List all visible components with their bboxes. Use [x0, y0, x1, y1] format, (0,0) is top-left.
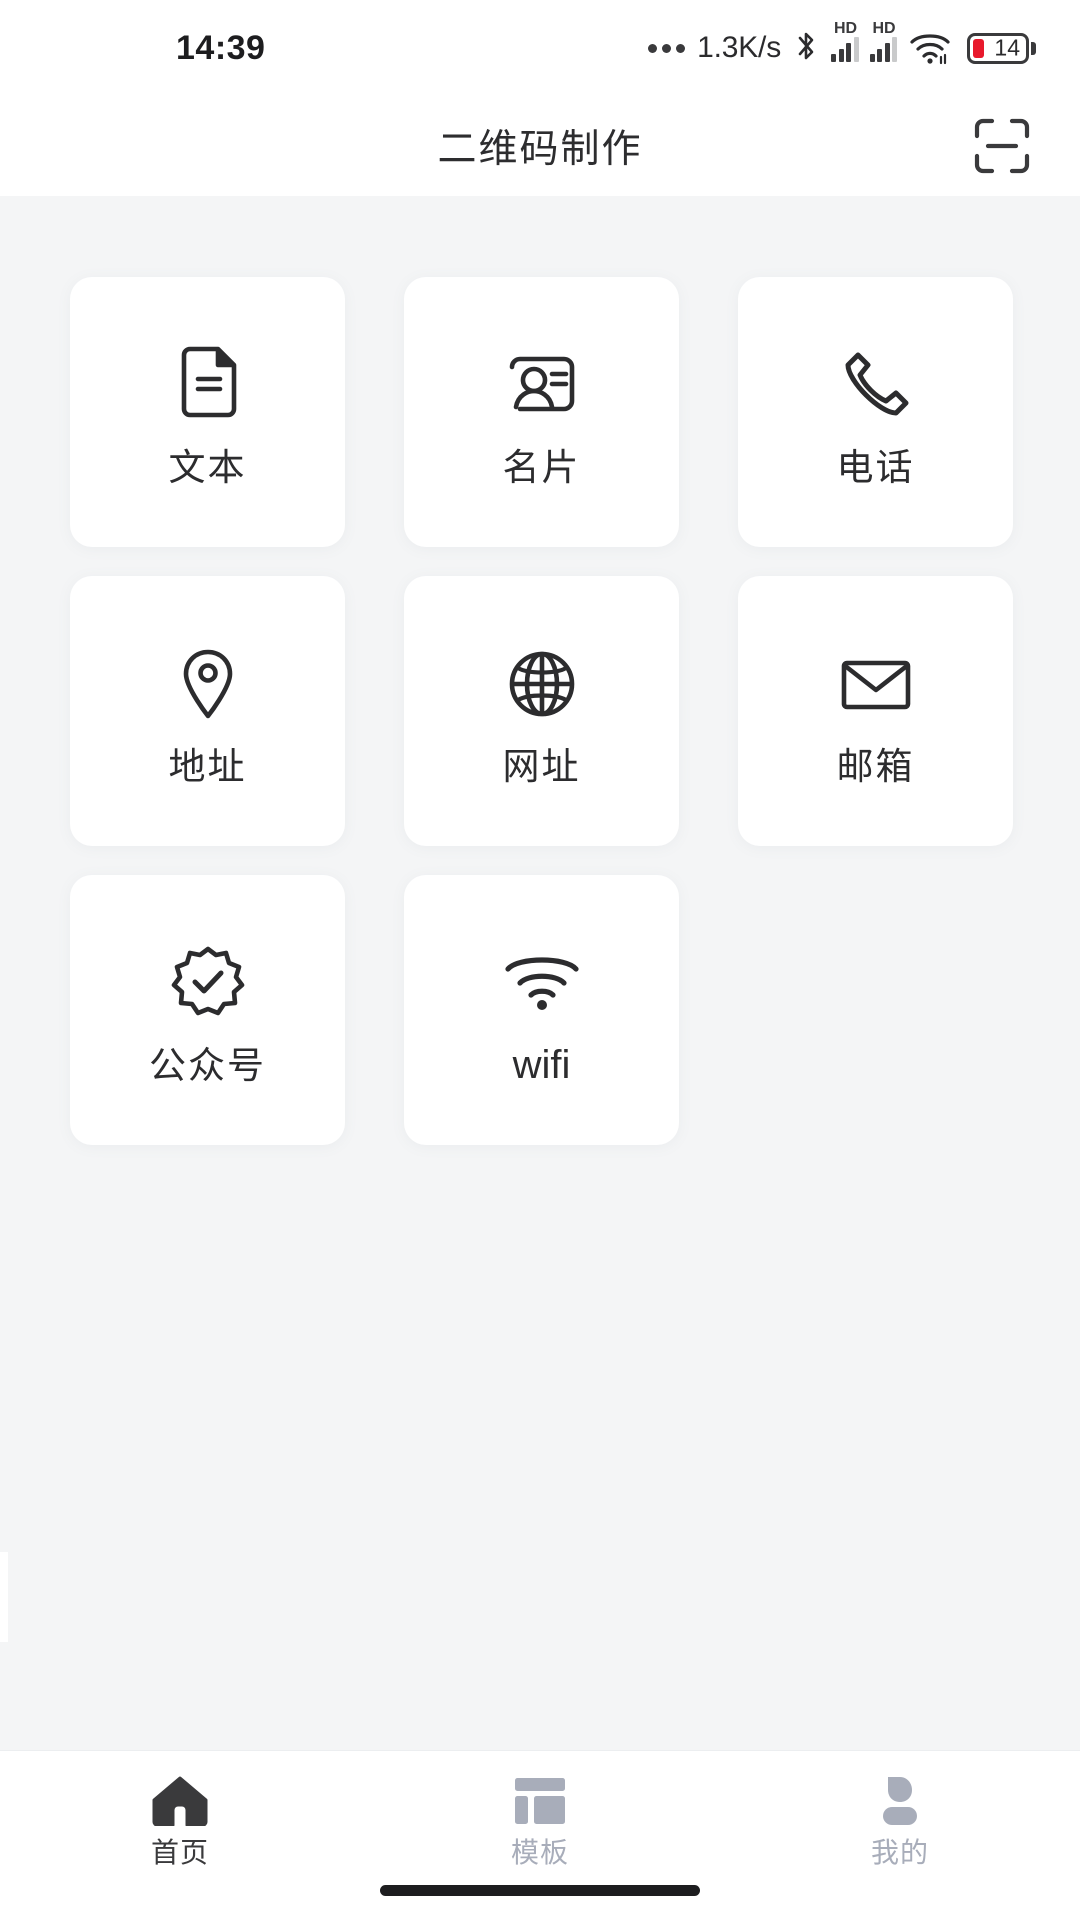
- person-icon: [874, 1773, 926, 1829]
- scroll-edge-strip: [0, 1552, 8, 1642]
- wifi-icon: [500, 935, 584, 1027]
- tab-profile[interactable]: 我的: [720, 1773, 1080, 1867]
- app-header: 二维码制作: [0, 96, 1080, 196]
- home-icon: [152, 1773, 208, 1829]
- grid-item-label: 地址: [168, 745, 247, 787]
- main-content: 文本 名片 电话 地址 网址 邮箱 公众号 wifi: [0, 196, 1080, 1750]
- battery-fill: [973, 38, 984, 58]
- network-speed-label: 1.3K/s: [697, 31, 781, 64]
- document-text-icon: [166, 339, 250, 431]
- grid-item-label: 网址: [502, 745, 581, 787]
- grid-item-text[interactable]: 文本: [70, 277, 345, 547]
- grid-item-label: 文本: [168, 446, 247, 488]
- grid-item-official-account[interactable]: 公众号: [70, 875, 345, 1145]
- tab-label: 首页: [150, 1837, 209, 1868]
- status-bar-clock: 14:39: [176, 28, 266, 67]
- globe-icon: [500, 638, 584, 730]
- location-pin-icon: [166, 638, 250, 730]
- template-layout-icon: [513, 1773, 567, 1829]
- tab-label: 模板: [510, 1837, 569, 1868]
- sim2-signal-icon: HD: [869, 21, 897, 62]
- app-screen: 14:39 1.3K/s HD HD 14 二维码制作 文本 名片 电话 地址 …: [0, 0, 1080, 1920]
- envelope-icon: [834, 638, 918, 730]
- sim2-hd-label: HD: [872, 20, 896, 37]
- phone-icon: [834, 339, 918, 431]
- tab-template[interactable]: 模板: [360, 1773, 720, 1867]
- more-dots-icon: [648, 43, 686, 53]
- page-title: 二维码制作: [437, 128, 643, 171]
- sim1-signal-icon: HD: [831, 21, 859, 62]
- sim2-bars: [869, 36, 897, 62]
- sim1-hd-label: HD: [834, 20, 858, 37]
- home-indicator: [380, 1885, 700, 1896]
- grid-item-address[interactable]: 地址: [70, 576, 345, 846]
- grid-item-label: 名片: [502, 446, 581, 488]
- grid-item-phone[interactable]: 电话: [738, 277, 1013, 547]
- tab-label: 我的: [870, 1837, 929, 1868]
- verified-badge-icon: [166, 937, 250, 1029]
- scan-icon[interactable]: [970, 114, 1034, 178]
- grid-item-business-card[interactable]: 名片: [404, 277, 679, 547]
- grid-item-label: 邮箱: [836, 745, 915, 787]
- business-card-icon: [500, 339, 584, 431]
- status-bar: 14:39 1.3K/s HD HD 14: [0, 0, 1080, 96]
- qrcode-type-grid: 文本 名片 电话 地址 网址 邮箱 公众号 wifi: [70, 277, 1013, 1145]
- sim1-bars: [831, 36, 859, 62]
- battery-percent-label: 14: [994, 34, 1020, 61]
- grid-item-url[interactable]: 网址: [404, 576, 679, 846]
- bluetooth-icon: [794, 30, 818, 67]
- battery-icon: 14: [967, 32, 1036, 64]
- tab-home[interactable]: 首页: [0, 1773, 360, 1867]
- grid-item-email[interactable]: 邮箱: [738, 576, 1013, 846]
- status-bar-indicators: 1.3K/s HD HD 14: [648, 21, 1036, 67]
- grid-item-wifi[interactable]: wifi: [404, 875, 679, 1145]
- grid-item-label: 电话: [836, 446, 915, 488]
- grid-item-label: wifi: [512, 1043, 571, 1087]
- grid-item-label: 公众号: [149, 1044, 266, 1086]
- bottom-tab-bar: 首页 模板 我的: [0, 1750, 1080, 1920]
- wifi-icon: [908, 31, 952, 65]
